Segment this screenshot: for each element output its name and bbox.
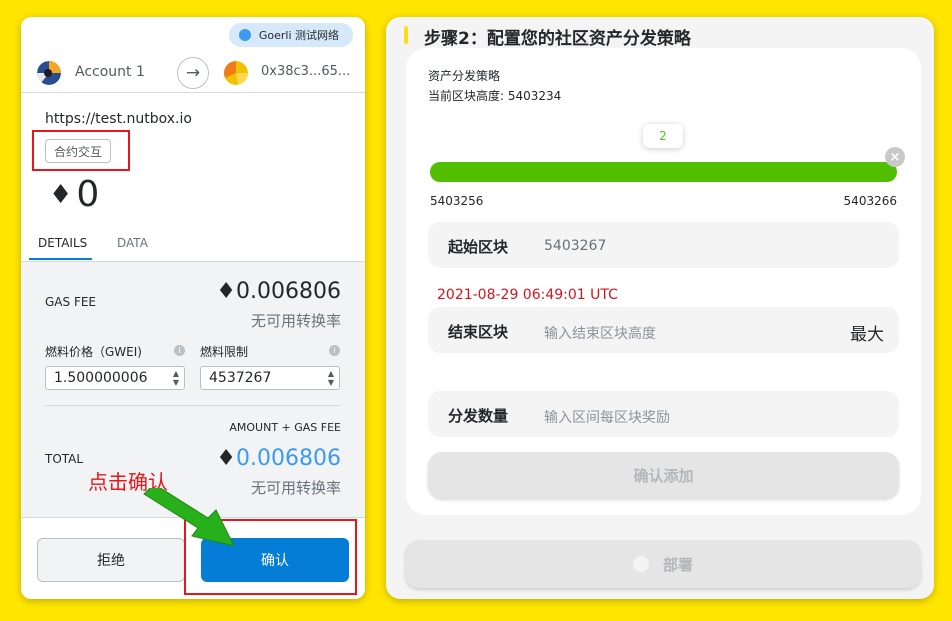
loading-spinner-icon bbox=[632, 556, 649, 572]
distribution-label: 分发数量 bbox=[448, 407, 509, 425]
step-title: 步骤2：配置您的社区资产分发策略 bbox=[424, 29, 691, 49]
end-block-input[interactable]: 输入结束区块高度 bbox=[544, 323, 656, 343]
gas-fee-value: ♦0.006806 bbox=[216, 279, 341, 304]
account-name: Account 1 bbox=[75, 64, 145, 80]
eth-amount: ♦ 0 bbox=[49, 174, 99, 215]
strategy-label: 资产分发策略 bbox=[428, 69, 501, 83]
gas-limit-value: 4537267 bbox=[209, 370, 272, 386]
network-badge[interactable]: Goerli 测试网络 bbox=[228, 23, 353, 47]
annotation-arrow-icon bbox=[143, 488, 235, 547]
total-label: TOTAL bbox=[45, 452, 84, 466]
amount-plus-gas-label: AMOUNT + GAS FEE bbox=[229, 421, 341, 434]
current-block-height: 当前区块高度: 5403234 bbox=[428, 89, 562, 103]
spinner-arrows-icon[interactable]: ▲ ▼ bbox=[325, 369, 337, 387]
start-block-date: 2021-08-29 06:49:01 UTC bbox=[437, 287, 618, 303]
deploy-button[interactable]: 部署 bbox=[405, 540, 921, 588]
eth-icon: ♦ bbox=[216, 279, 237, 304]
eth-amount-value: 0 bbox=[76, 174, 100, 215]
gas-price-input[interactable]: 1.500000006 ▲ ▼ bbox=[45, 366, 185, 390]
total-value: ♦0.006806 bbox=[216, 446, 341, 471]
step-accent-bar bbox=[404, 26, 408, 44]
close-icon[interactable]: × bbox=[885, 147, 905, 167]
gas-price-value: 1.500000006 bbox=[54, 370, 148, 386]
start-block-label: 起始区块 bbox=[448, 238, 509, 256]
tab-data[interactable]: DATA bbox=[117, 236, 148, 250]
total-conversion: 无可用转换率 bbox=[250, 479, 341, 497]
range-min-label: 5403256 bbox=[430, 194, 484, 208]
end-block-label: 结束区块 bbox=[448, 323, 509, 341]
distribution-row: 分发数量 输入区间每区块奖励 bbox=[428, 391, 899, 437]
account-row: Account 1 → 0x38c3...65... bbox=[21, 53, 365, 93]
deploy-button-label: 部署 bbox=[662, 555, 693, 574]
strategy-card bbox=[406, 48, 921, 515]
recipient-address: 0x38c3...65... bbox=[261, 64, 351, 79]
tab-details[interactable]: DETAILS bbox=[38, 236, 87, 250]
gas-fee-conversion: 无可用转换率 bbox=[250, 312, 341, 330]
gas-limit-label: 燃料限制 bbox=[200, 345, 249, 359]
gas-fee-amount: 0.006806 bbox=[236, 279, 341, 304]
end-block-row: 结束区块 输入结束区块高度 最大 bbox=[428, 307, 899, 353]
divider bbox=[45, 405, 341, 406]
eth-icon: ♦ bbox=[49, 179, 73, 210]
recipient-avatar-icon bbox=[224, 61, 248, 85]
range-max-label: 5403266 bbox=[843, 194, 897, 208]
info-icon[interactable]: i bbox=[329, 345, 340, 356]
spinner-arrows-icon[interactable]: ▲ ▼ bbox=[170, 369, 182, 387]
highlight-box-contract-tag bbox=[32, 130, 130, 171]
confirm-add-button[interactable]: 确认添加 bbox=[428, 452, 899, 498]
active-tab-indicator bbox=[29, 258, 92, 260]
gas-fee-label: GAS FEE bbox=[45, 295, 97, 309]
network-dot-icon bbox=[238, 29, 251, 41]
distribution-input[interactable]: 输入区间每区块奖励 bbox=[544, 407, 670, 427]
eth-icon: ♦ bbox=[216, 446, 237, 471]
site-origin: https://test.nutbox.io bbox=[45, 111, 192, 127]
start-block-value: 5403267 bbox=[544, 238, 607, 254]
arrow-right-icon: → bbox=[177, 57, 209, 89]
slider-value-bubble: 2 bbox=[643, 124, 683, 148]
gas-price-label: 燃料价格（GWEI) bbox=[45, 345, 142, 359]
start-block-row: 起始区块 5403267 bbox=[428, 222, 899, 268]
gas-limit-input[interactable]: 4537267 ▲ ▼ bbox=[200, 366, 340, 390]
network-name: Goerli 测试网络 bbox=[258, 29, 339, 42]
total-amount: 0.006806 bbox=[236, 446, 341, 471]
info-icon[interactable]: i bbox=[174, 345, 185, 356]
block-range-slider[interactable] bbox=[430, 162, 897, 182]
account-avatar-icon bbox=[37, 61, 61, 85]
max-button[interactable]: 最大 bbox=[850, 320, 884, 345]
